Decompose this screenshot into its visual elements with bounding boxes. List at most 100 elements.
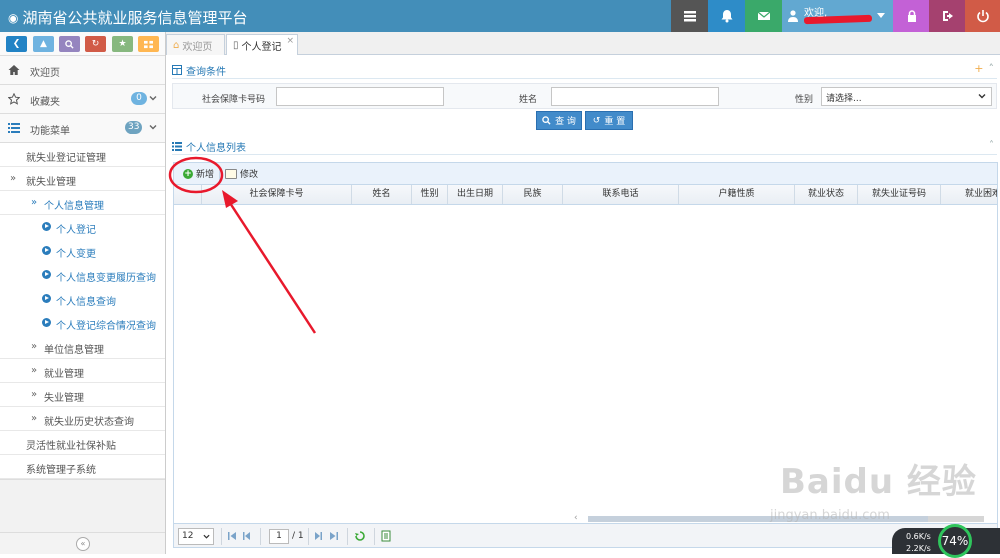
prev-page-button[interactable] bbox=[240, 530, 252, 542]
menu-item-history-status[interactable]: » 就失业历史状态查询 bbox=[0, 407, 165, 431]
reload-button[interactable] bbox=[354, 530, 366, 542]
menu-item-label: 就失业历史状态查询 bbox=[44, 417, 134, 428]
pager-separator bbox=[221, 528, 222, 545]
export-button[interactable] bbox=[380, 530, 392, 542]
double-chevron-icon: » bbox=[31, 341, 38, 352]
menu-item-label: 个人变更 bbox=[56, 249, 96, 260]
reset-button[interactable]: ↺ 重 置 bbox=[585, 111, 633, 130]
download-speed: 2.2K/s bbox=[906, 544, 931, 553]
menu-item-personal-change[interactable]: 个人变更 bbox=[0, 239, 165, 263]
query-button[interactable]: 查 询 bbox=[536, 111, 582, 130]
chevron-up-icon[interactable]: ˄ bbox=[989, 62, 995, 75]
tab-welcome[interactable]: ⌂ 欢迎页 bbox=[166, 34, 225, 55]
grid-shortcut[interactable] bbox=[138, 36, 159, 52]
chevron-left-icon: ❮ bbox=[12, 39, 21, 49]
toolbar-separator bbox=[219, 166, 220, 182]
circle-arrow-icon bbox=[42, 294, 51, 303]
column-header[interactable]: 就失业证号码 bbox=[858, 185, 941, 204]
pager-separator bbox=[374, 528, 375, 545]
column-header[interactable]: 联系电话 bbox=[563, 185, 679, 204]
page-size-select[interactable]: 12 bbox=[178, 528, 214, 545]
search-icon bbox=[542, 116, 551, 125]
menu-item-unemployment[interactable]: » 失业管理 bbox=[0, 383, 165, 407]
watermark-url: jingyan.baidu.com bbox=[770, 508, 890, 523]
power-button[interactable] bbox=[965, 0, 1000, 32]
sex-select[interactable]: 请选择... bbox=[821, 87, 992, 106]
menu-item-registration-cert[interactable]: 就失业登记证管理 bbox=[0, 143, 165, 167]
first-page-button[interactable] bbox=[226, 530, 238, 542]
redacted-username bbox=[803, 14, 873, 25]
query-form: 社会保障卡号码 姓名 性别 请选择... bbox=[172, 83, 997, 109]
nav-function-menu[interactable]: 功能菜单 33 bbox=[0, 114, 165, 143]
menu-item-label: 系统管理子系统 bbox=[26, 465, 96, 476]
divider bbox=[172, 154, 997, 155]
nav-favorites[interactable]: 收藏夹 0 bbox=[0, 85, 165, 114]
column-header[interactable]: 出生日期 bbox=[448, 185, 503, 204]
add-button[interactable]: + 新增 bbox=[183, 167, 214, 180]
close-tab-icon[interactable]: × bbox=[286, 36, 294, 46]
list-icon bbox=[172, 142, 182, 151]
page-number-input[interactable]: 1 bbox=[269, 529, 289, 544]
nav-home-label: 欢迎页 bbox=[30, 68, 60, 79]
double-chevron-icon: » bbox=[31, 365, 38, 376]
notifications-button[interactable] bbox=[708, 0, 745, 32]
column-header[interactable]: 社会保障卡号 bbox=[202, 185, 352, 204]
lock-button[interactable] bbox=[893, 0, 930, 32]
column-header[interactable]: 户籍性质 bbox=[679, 185, 795, 204]
chevron-up-icon[interactable]: ˄ bbox=[989, 140, 994, 151]
name-input[interactable] bbox=[551, 87, 719, 106]
nav-home[interactable]: 欢迎页 bbox=[0, 56, 165, 85]
upload-speed: 0.6K/s bbox=[906, 532, 931, 541]
favorite-shortcut[interactable]: ★ bbox=[112, 36, 133, 52]
logout-button[interactable] bbox=[929, 0, 966, 32]
menu-item-personal-registration[interactable]: 个人登记 bbox=[0, 215, 165, 239]
lock-icon bbox=[907, 10, 916, 22]
list-section-title: 个人信息列表 bbox=[172, 137, 246, 155]
menu-item-label: 个人登记 bbox=[56, 225, 96, 236]
circle-arrow-icon bbox=[42, 270, 51, 279]
tasks-button[interactable] bbox=[671, 0, 708, 32]
table-header: 社会保障卡号 姓名 性别 出生日期 民族 联系电话 户籍性质 就业状态 就失业证… bbox=[173, 185, 998, 205]
column-header[interactable]: 就业状态 bbox=[795, 185, 858, 204]
column-header[interactable]: 民族 bbox=[503, 185, 563, 204]
column-header[interactable]: 性别 bbox=[412, 185, 448, 204]
edit-button[interactable]: 修改 bbox=[225, 167, 258, 180]
menu-item-unit-info[interactable]: » 单位信息管理 bbox=[0, 335, 165, 359]
next-page-button[interactable] bbox=[313, 530, 325, 542]
add-button-label: 新增 bbox=[196, 170, 215, 180]
chevron-down-icon bbox=[978, 94, 986, 99]
double-chevron-left-icon: « bbox=[80, 539, 86, 548]
baidu-watermark: Baidu 经验 jingyan.baidu.com bbox=[770, 438, 990, 528]
sex-select-value: 请选择... bbox=[826, 94, 862, 104]
menu-item-personal-info-mgmt[interactable]: » 个人信息管理 bbox=[0, 191, 165, 215]
user-menu[interactable]: 欢迎, bbox=[782, 0, 893, 32]
circle-arrow-icon bbox=[42, 318, 51, 327]
search-shortcut[interactable] bbox=[59, 36, 80, 52]
menu-item-flexible-subsidy[interactable]: 灵活性就业社保补贴 bbox=[0, 431, 165, 455]
messages-button[interactable] bbox=[745, 0, 782, 32]
back-shortcut[interactable]: ❮ bbox=[6, 36, 27, 52]
caret-down-icon bbox=[877, 13, 885, 18]
nav-favorites-label: 收藏夹 bbox=[30, 97, 60, 108]
menu-item-employment[interactable]: » 就业管理 bbox=[0, 359, 165, 383]
scroll-left-icon[interactable]: ‹ bbox=[574, 513, 578, 523]
star-outline-icon bbox=[8, 93, 20, 105]
chevron-down-icon bbox=[149, 125, 157, 130]
column-header[interactable]: 姓名 bbox=[352, 185, 412, 204]
menu-count-badge: 33 bbox=[125, 121, 143, 134]
menu-item-info-query[interactable]: 个人信息查询 bbox=[0, 287, 165, 311]
refresh-shortcut[interactable]: ↻ bbox=[85, 36, 106, 52]
menu-item-system-admin[interactable]: 系统管理子系统 bbox=[0, 455, 165, 479]
up-shortcut[interactable]: ▲ bbox=[33, 36, 54, 52]
tab-personal-registration[interactable]: ▯ 个人登记 × bbox=[226, 34, 298, 56]
ssn-input[interactable] bbox=[276, 87, 444, 106]
power-icon bbox=[976, 10, 989, 23]
collapse-sidebar-button[interactable]: « bbox=[76, 537, 90, 551]
last-page-button[interactable] bbox=[328, 530, 340, 542]
plus-icon[interactable]: + bbox=[974, 62, 983, 75]
menu-item-employment-mgmt[interactable]: » 就失业管理 bbox=[0, 167, 165, 191]
menu-item-change-history[interactable]: 个人信息变更履历查询 bbox=[0, 263, 165, 287]
menu-item-label: 失业管理 bbox=[44, 393, 84, 404]
menu-item-registration-summary[interactable]: 个人登记综合情况查询 bbox=[0, 311, 165, 335]
column-header[interactable]: 就业困难 bbox=[941, 185, 997, 204]
